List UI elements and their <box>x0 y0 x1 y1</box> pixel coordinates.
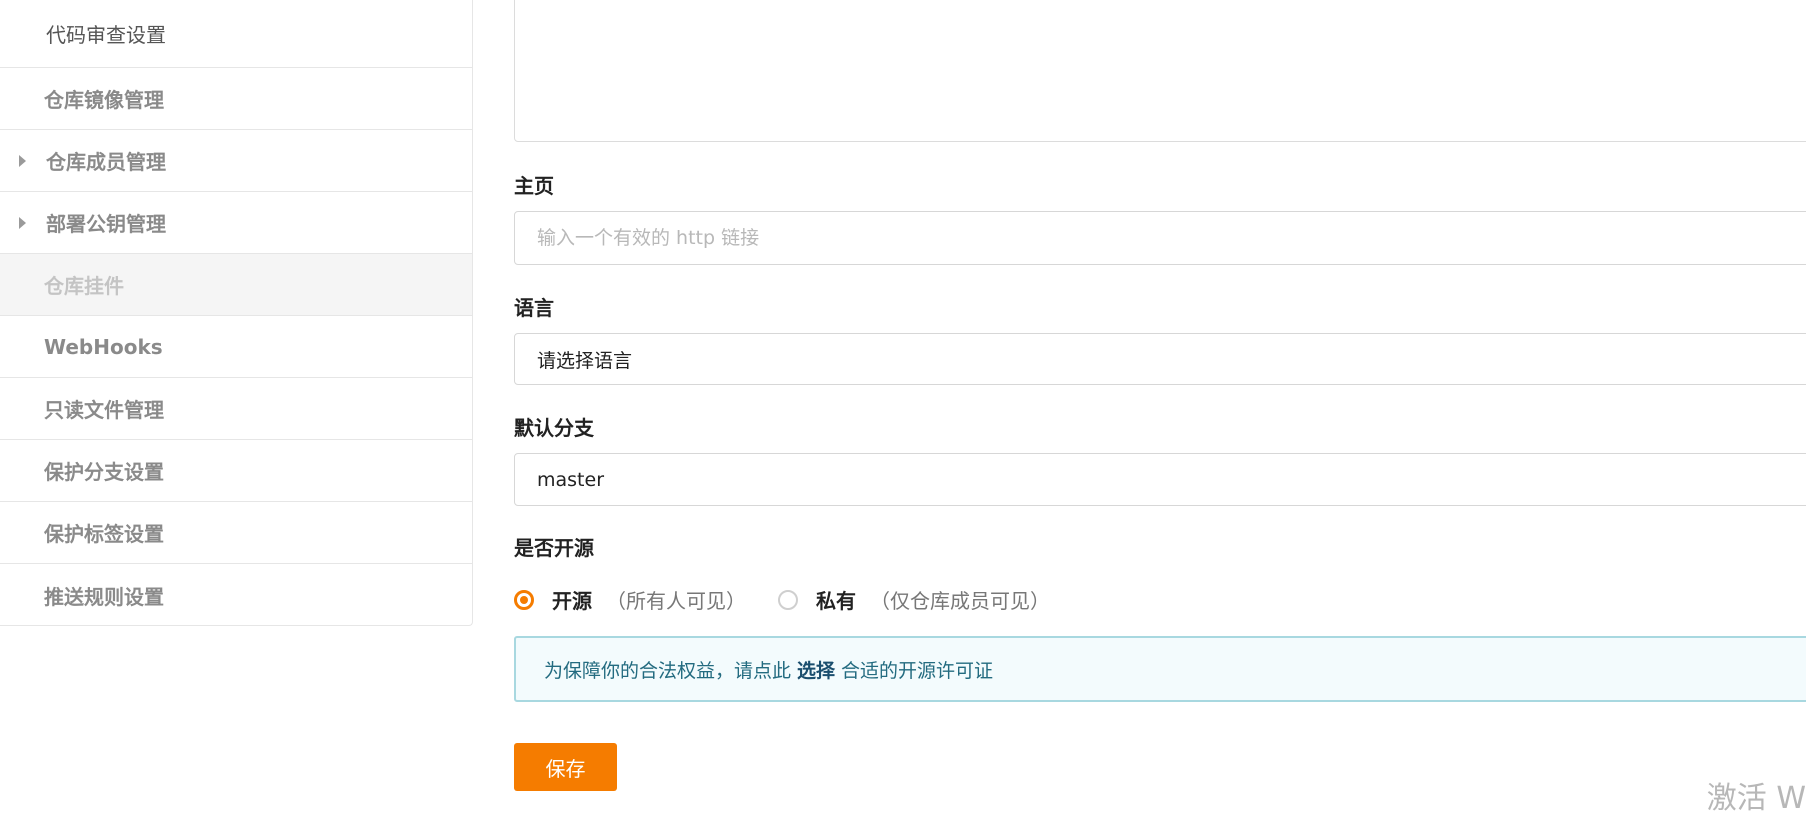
sidebar-item-label: 仓库挂件 <box>44 274 124 298</box>
sidebar-item-mirror[interactable]: 仓库镜像管理 <box>0 68 472 130</box>
sidebar-item-label: 保护标签设置 <box>44 522 164 546</box>
sidebar-item-protected-branches[interactable]: 保护分支设置 <box>0 440 472 502</box>
language-label: 语言 <box>514 296 554 320</box>
private-radio-hint: （仅仓库成员可见） <box>870 589 1050 613</box>
description-textarea[interactable] <box>514 0 1806 142</box>
sidebar-item-label: 部署公钥管理 <box>46 212 166 236</box>
sidebar-item-deploy-keys[interactable]: 部署公钥管理 <box>0 192 472 254</box>
sidebar-item-members[interactable]: 仓库成员管理 <box>0 130 472 192</box>
visibility-radio-group: 开源 （所有人可见） 私有 （仅仓库成员可见） <box>514 585 1082 614</box>
open-source-radio[interactable] <box>514 589 534 610</box>
settings-form: 主页 语言 请选择语言 默认分支 master 是否开源 开源 （所有人可见） … <box>514 0 1806 821</box>
sidebar-item-label: 保护分支设置 <box>44 460 164 484</box>
sidebar-item-push-rules[interactable]: 推送规则设置 <box>0 564 472 626</box>
license-notice-text-after: 合适的开源许可证 <box>841 659 994 682</box>
sidebar-item-webhooks[interactable]: WebHooks <box>0 316 472 378</box>
default-branch-select[interactable]: master <box>514 453 1806 506</box>
caret-right-icon[interactable] <box>19 154 26 167</box>
private-radio[interactable] <box>778 589 798 610</box>
sidebar-item-label: 代码审查设置 <box>46 23 166 47</box>
sidebar-item-code-review[interactable]: 代码审查设置 <box>0 0 472 68</box>
default-branch-label: 默认分支 <box>514 416 594 440</box>
sidebar-item-label: 仓库成员管理 <box>46 150 166 174</box>
default-branch-value: master <box>537 468 605 491</box>
license-notice-text: 为保障你的合法权益，请点此 <box>544 659 792 682</box>
caret-right-icon[interactable] <box>19 216 26 229</box>
activation-watermark: 激活 W <box>1706 781 1806 816</box>
sidebar-item-widgets[interactable]: 仓库挂件 <box>0 254 472 316</box>
sidebar-item-protected-tags[interactable]: 保护标签设置 <box>0 502 472 564</box>
sidebar-item-label: 只读文件管理 <box>44 398 164 422</box>
settings-sidebar: 代码审查设置 仓库镜像管理 仓库成员管理 部署公钥管理 仓库挂件 WebHook… <box>0 0 473 626</box>
language-select[interactable]: 请选择语言 <box>514 333 1806 385</box>
license-notice: 为保障你的合法权益，请点此 选择 合适的开源许可证 <box>514 636 1806 702</box>
sidebar-item-label: 推送规则设置 <box>44 584 164 609</box>
choose-license-link[interactable]: 选择 <box>797 656 835 683</box>
sidebar-item-label: WebHooks <box>44 334 163 359</box>
open-source-radio-hint: （所有人可见） <box>606 589 746 613</box>
sidebar-item-label: 仓库镜像管理 <box>44 88 164 112</box>
homepage-input[interactable] <box>535 226 1806 250</box>
open-source-radio-label[interactable]: 开源 <box>552 585 592 614</box>
open-source-label: 是否开源 <box>514 536 594 560</box>
save-button[interactable]: 保存 <box>514 743 617 791</box>
private-radio-label[interactable]: 私有 <box>816 585 856 614</box>
homepage-label: 主页 <box>514 174 554 198</box>
homepage-field[interactable] <box>514 211 1806 265</box>
language-select-value: 请选择语言 <box>537 349 633 372</box>
sidebar-item-readonly-files[interactable]: 只读文件管理 <box>0 378 472 440</box>
